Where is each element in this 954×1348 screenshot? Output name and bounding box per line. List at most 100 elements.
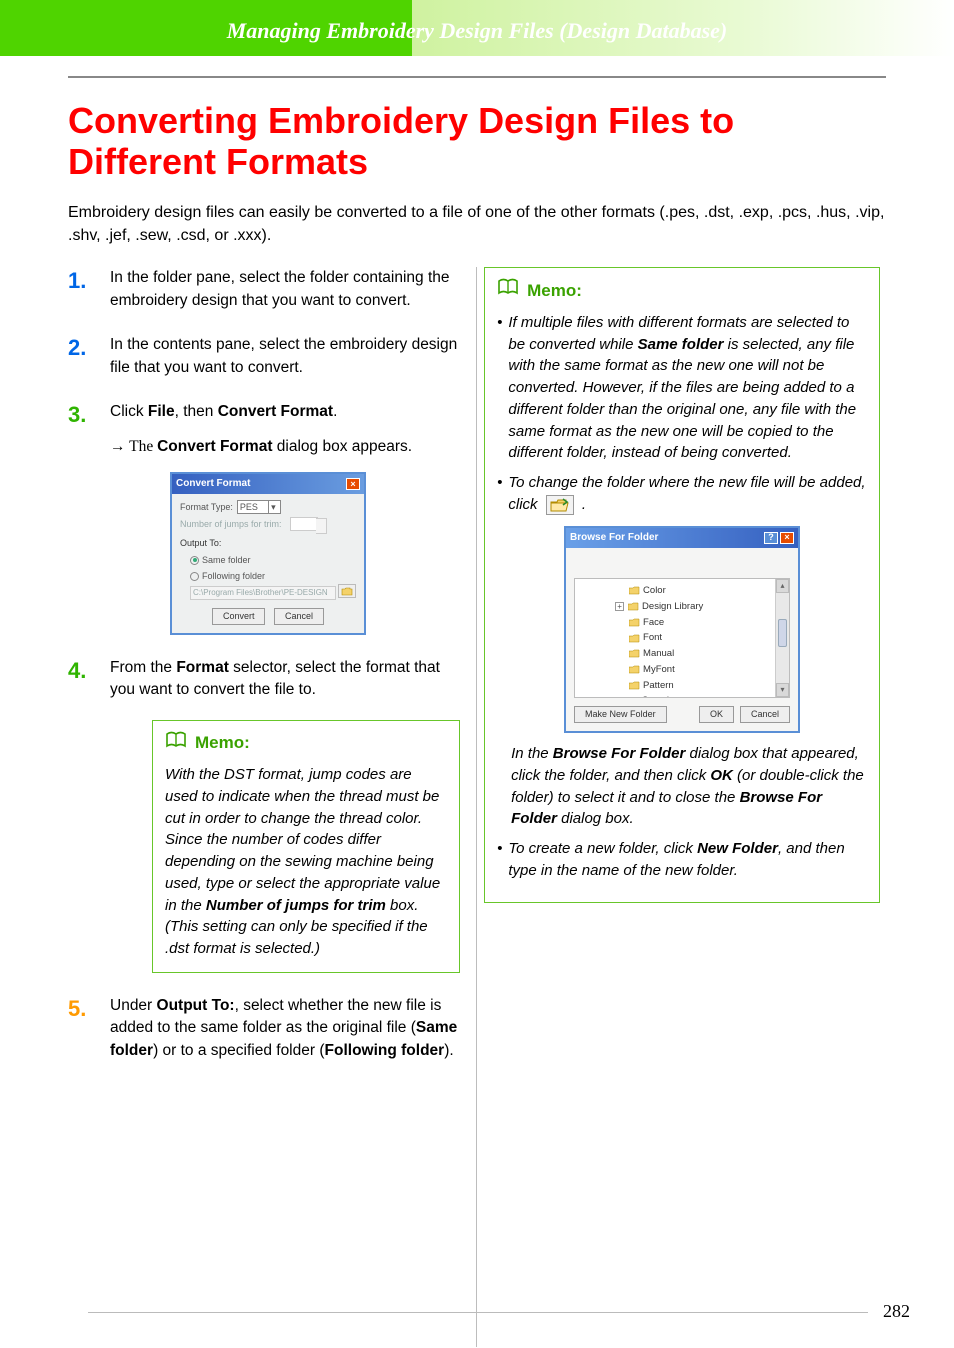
step-3-file: File: [148, 403, 175, 420]
folder-icon: [628, 697, 639, 698]
browse-for-folder-dialog: Browse For Folder ? × Color +Design Libr…: [564, 526, 800, 734]
tree-label: Color: [643, 584, 666, 598]
tree-item-face[interactable]: Face: [615, 615, 789, 631]
left-column: 1. In the folder pane, select the folder…: [68, 267, 470, 1084]
step-number-2: 2.: [68, 332, 86, 364]
close-icon[interactable]: ×: [780, 532, 794, 544]
step-number-5: 5.: [68, 993, 86, 1025]
radio-same-label: Same folder: [202, 555, 251, 565]
step-3-post: .: [333, 403, 337, 420]
convert-format-body: Format Type: PES ▾ Number of jumps for t…: [172, 494, 364, 632]
browse-dialog-titlebar: Browse For Folder ? ×: [566, 528, 798, 549]
step-4-format: Format: [176, 659, 229, 676]
ok-button[interactable]: OK: [699, 706, 734, 723]
step-3-result: → The Convert Format dialog box appears.: [110, 436, 460, 458]
bullet-icon: •: [497, 312, 502, 464]
memo-ad-pre: In the: [511, 745, 553, 762]
browse-icon[interactable]: [338, 584, 356, 598]
scrollbar[interactable]: ▴ ▾: [775, 579, 789, 697]
tree-item-font[interactable]: Font: [615, 630, 789, 646]
tree-item-pattern[interactable]: Pattern: [615, 678, 789, 694]
format-type-label: Format Type:: [180, 501, 233, 514]
radio-icon: [190, 572, 199, 581]
memo-right-bullet-3: • To create a new folder, click New Fold…: [497, 838, 867, 882]
step-3-pre: Click: [110, 403, 148, 420]
folder-tree[interactable]: Color +Design Library Face Font Manual M…: [574, 578, 790, 698]
memo-box-left: Memo: With the DST format, jump codes ar…: [152, 720, 460, 973]
browse-dialog-buttons: Make New Folder OK Cancel: [574, 706, 790, 723]
format-type-select[interactable]: PES ▾: [237, 500, 281, 514]
step-5-post: ).: [444, 1042, 453, 1059]
folder-icon: [629, 681, 640, 690]
memo-r-b2-post: .: [582, 496, 586, 513]
bullet-icon: •: [497, 838, 502, 882]
tree-item-manual[interactable]: Manual: [615, 646, 789, 662]
tree-label: Sample: [642, 694, 674, 698]
step-1: 1. In the folder pane, select the folder…: [68, 267, 460, 312]
jumps-label: Number of jumps for trim:: [180, 518, 282, 531]
step-3-text: Click File, then Convert Format.: [110, 403, 337, 420]
folder-icon: [629, 618, 640, 627]
folder-icon: [629, 665, 640, 674]
memo-header: Memo:: [165, 731, 447, 757]
folder-icon: [629, 649, 640, 658]
memo-r-b3-bold: New Folder: [697, 840, 778, 857]
bullet-icon: •: [497, 472, 502, 516]
memo-title-right: Memo:: [527, 279, 582, 304]
step-2: 2. In the contents pane, select the embr…: [68, 334, 460, 379]
page-content: Converting Embroidery Design Files to Di…: [68, 100, 886, 1084]
book-icon: [165, 731, 187, 757]
folder-tree-list: Color +Design Library Face Font Manual M…: [575, 579, 789, 698]
step-3-convert-format: Convert Format: [218, 403, 333, 420]
chevron-down-icon: ▾: [268, 501, 278, 513]
folder-icon: [629, 634, 640, 643]
step-5-mid2: ) or to a specified folder (: [153, 1042, 324, 1059]
tree-item-color[interactable]: Color: [615, 583, 789, 599]
convert-button[interactable]: Convert: [212, 608, 266, 625]
radio-icon: [190, 556, 199, 565]
two-column-layout: 1. In the folder pane, select the folder…: [68, 267, 886, 1084]
memo-ad-b1: Browse For Folder: [553, 745, 686, 762]
memo-ad-b2: OK: [710, 767, 733, 784]
tree-item-myfont[interactable]: MyFont: [615, 662, 789, 678]
book-icon: [497, 278, 519, 304]
close-icon[interactable]: ×: [346, 478, 360, 490]
scroll-down-icon[interactable]: ▾: [776, 683, 789, 697]
right-column: Memo: • If multiple files with different…: [484, 267, 886, 1084]
tree-item-design-library[interactable]: +Design Library: [615, 599, 789, 615]
tree-label: Font: [643, 631, 662, 645]
radio-following-folder[interactable]: Following folder: [190, 570, 356, 583]
memo-left-pre: With the DST format, jump codes are used…: [165, 766, 440, 914]
radio-same-folder[interactable]: Same folder: [190, 554, 356, 567]
step-5-pre: Under: [110, 997, 157, 1014]
memo-header-right: Memo:: [497, 278, 867, 304]
memo-ad-post: dialog box.: [557, 810, 634, 827]
output-to-label: Output To:: [180, 537, 356, 550]
step-4: 4. From the Format selector, select the …: [68, 657, 460, 973]
step-4-pre: From the: [110, 659, 176, 676]
make-new-folder-button[interactable]: Make New Folder: [574, 706, 667, 723]
memo-left-bold: Number of jumps for trim: [206, 897, 386, 914]
help-icon[interactable]: ?: [764, 532, 778, 544]
jumps-spinner[interactable]: [290, 517, 318, 531]
path-field: C:\Program Files\Brother\PE-DESIGN: [190, 586, 336, 600]
browse-dialog-title: Browse For Folder: [570, 531, 658, 546]
step-5-text: Under Output To:, select whether the new…: [110, 997, 457, 1059]
expand-icon[interactable]: +: [615, 602, 624, 611]
intro-paragraph: Embroidery design files can easily be co…: [68, 201, 886, 247]
memo-r-b3-pre: To create a new folder, click: [508, 840, 697, 857]
convert-format-dialog: Convert Format × Format Type: PES ▾: [170, 472, 366, 635]
tree-item-sample[interactable]: + Sample: [615, 693, 789, 698]
expand-icon[interactable]: +: [615, 697, 624, 698]
format-type-row: Format Type: PES ▾: [180, 500, 356, 514]
cancel-button[interactable]: Cancel: [274, 608, 324, 625]
scroll-thumb[interactable]: [778, 619, 787, 647]
tree-label: Manual: [643, 647, 674, 661]
step-3-mid: , then: [175, 403, 218, 420]
step-3: 3. Click File, then Convert Format. → Th…: [68, 401, 460, 635]
column-separator: [476, 267, 477, 1347]
scroll-up-icon[interactable]: ▴: [776, 579, 789, 593]
cancel-button[interactable]: Cancel: [740, 706, 790, 723]
memo-after-dialog: In the Browse For Folder dialog box that…: [511, 743, 867, 830]
open-folder-icon[interactable]: [546, 495, 574, 515]
